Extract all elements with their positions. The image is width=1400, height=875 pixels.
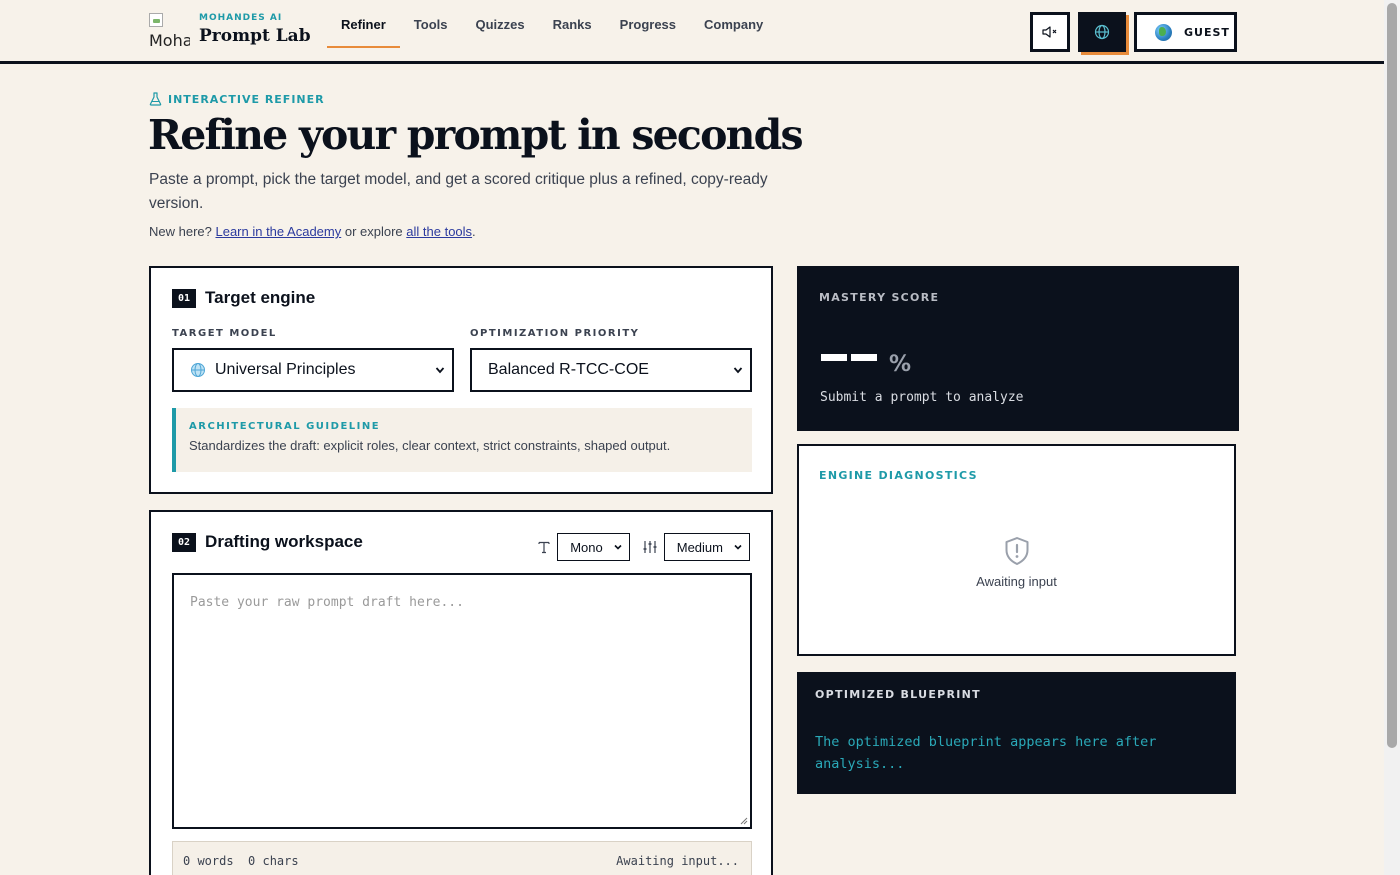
draft-status: Awaiting input... (616, 854, 739, 868)
optimization-priority-label: OPTIMIZATION PRIORITY (470, 328, 640, 339)
font-type-icon (538, 541, 550, 554)
earth-avatar-icon (1155, 23, 1172, 41)
nav-refiner[interactable]: Refiner (327, 0, 400, 48)
optimization-priority-select[interactable]: Balanced R-TCC-COE (470, 348, 752, 392)
guideline-description: Standardizes the draft: explicit roles, … (189, 438, 671, 453)
optimized-blueprint-label: OPTIMIZED BLUEPRINT (815, 688, 981, 701)
nav-tools[interactable]: Tools (400, 0, 462, 48)
logo-alt-text: Moha (149, 31, 190, 50)
engine-diagnostics-panel: ENGINE DIAGNOSTICS Awaiting input (797, 444, 1236, 656)
shield-alert-icon (1005, 537, 1028, 565)
engine-diagnostics-label: ENGINE DIAGNOSTICS (819, 469, 978, 482)
diagnostics-empty-text: Awaiting input (976, 574, 1057, 589)
target-model-select[interactable]: Universal Principles (172, 348, 454, 392)
drafting-workspace-header: 02 Drafting workspace (172, 532, 363, 552)
newhere-prefix: New here? (149, 224, 216, 239)
page-title: Refine your prompt in seconds (148, 111, 804, 159)
score-percent-sign: % (889, 352, 912, 377)
size-select[interactable]: Medium (663, 533, 750, 561)
nav-ranks[interactable]: Ranks (539, 0, 606, 48)
target-engine-header: 01 Target engine (172, 288, 315, 308)
target-model-label: TARGET MODEL (172, 328, 277, 339)
word-count: 0 words (183, 854, 234, 868)
brand-subtitle: MOHANDES AI (199, 13, 283, 23)
nav-progress[interactable]: Progress (606, 0, 690, 48)
speaker-muted-icon (1042, 26, 1057, 38)
step-title: Target engine (205, 288, 316, 307)
top-header: Moha MOHANDES AI Prompt Lab Refiner Tool… (0, 0, 1384, 64)
chevron-down-icon (614, 544, 622, 550)
target-engine-card: 01 Target engine TARGET MODEL Universal … (149, 266, 773, 494)
scrollbar-thumb[interactable] (1387, 3, 1397, 748)
font-select-value: Mono (570, 539, 603, 555)
newhere-suffix: . (472, 224, 476, 239)
globe-icon (1094, 24, 1110, 40)
step-number: 01 (172, 288, 197, 308)
font-select[interactable]: Mono (557, 533, 630, 561)
brand-title[interactable]: Prompt Lab (199, 26, 311, 46)
mastery-score-label: MASTERY SCORE (819, 291, 940, 304)
architectural-guideline: ARCHITECTURAL GUIDELINE Standardizes the… (172, 408, 752, 472)
mute-button[interactable] (1030, 12, 1070, 52)
resize-grip-icon[interactable] (739, 816, 748, 825)
score-placeholder-dashes (821, 346, 881, 365)
chevron-down-icon (435, 367, 445, 374)
eyebrow: INTERACTIVE REFINER (149, 92, 325, 106)
guideline-title: ARCHITECTURAL GUIDELINE (189, 421, 381, 432)
nav-quizzes[interactable]: Quizzes (462, 0, 539, 48)
main-nav: Refiner Tools Quizzes Ranks Progress Com… (327, 0, 777, 64)
broken-image-icon (149, 13, 163, 27)
mastery-score-value: % (821, 346, 911, 376)
prompt-draft-placeholder: Paste your raw prompt draft here... (190, 595, 464, 610)
chevron-down-icon (734, 544, 742, 550)
drafting-workspace-card: 02 Drafting workspace Mono Medium Paste … (149, 510, 773, 875)
chevron-down-icon (733, 367, 743, 374)
newhere-text: New here? Learn in the Academy or explor… (149, 224, 476, 239)
page-lead: Paste a prompt, pick the target model, a… (149, 171, 768, 212)
size-select-value: Medium (676, 539, 723, 555)
newhere-mid: or explore (341, 224, 407, 239)
mastery-subtitle: Submit a prompt to analyze (820, 390, 1024, 405)
draft-counter-bar: 0 words 0 chars Awaiting input... (172, 841, 752, 875)
diagnostics-empty-state: Awaiting input (799, 536, 1234, 589)
optimized-blueprint-text: The optimized blueprint appears here aft… (815, 734, 1157, 772)
sliders-icon (643, 541, 657, 553)
nav-company[interactable]: Company (690, 0, 777, 48)
workspace-tools: Mono Medium (537, 533, 750, 561)
all-tools-link[interactable]: all the tools (406, 224, 472, 239)
step-number: 02 (172, 532, 197, 552)
page-scrollbar[interactable] (1384, 0, 1400, 875)
optimized-blueprint-panel: OPTIMIZED BLUEPRINT The optimized bluepr… (797, 672, 1236, 794)
academy-link[interactable]: Learn in the Academy (215, 224, 341, 239)
logo-image[interactable]: Moha (148, 12, 190, 52)
globe-icon (191, 363, 205, 377)
flask-icon (149, 92, 162, 106)
language-button[interactable] (1078, 12, 1126, 52)
eyebrow-label: INTERACTIVE REFINER (168, 92, 325, 106)
word-char-count: 0 words 0 chars (183, 854, 299, 868)
step-title: Drafting workspace (205, 532, 363, 551)
char-count: 0 chars (248, 854, 299, 868)
guest-label: GUEST (1184, 25, 1230, 39)
target-model-value: Universal Principles (215, 361, 356, 378)
prompt-draft-textarea[interactable]: Paste your raw prompt draft here... (172, 573, 752, 829)
mastery-score-panel: MASTERY SCORE % Submit a prompt to analy… (797, 266, 1239, 431)
guest-account-button[interactable]: GUEST (1134, 12, 1237, 52)
optimization-priority-value: Balanced R-TCC-COE (488, 361, 649, 378)
